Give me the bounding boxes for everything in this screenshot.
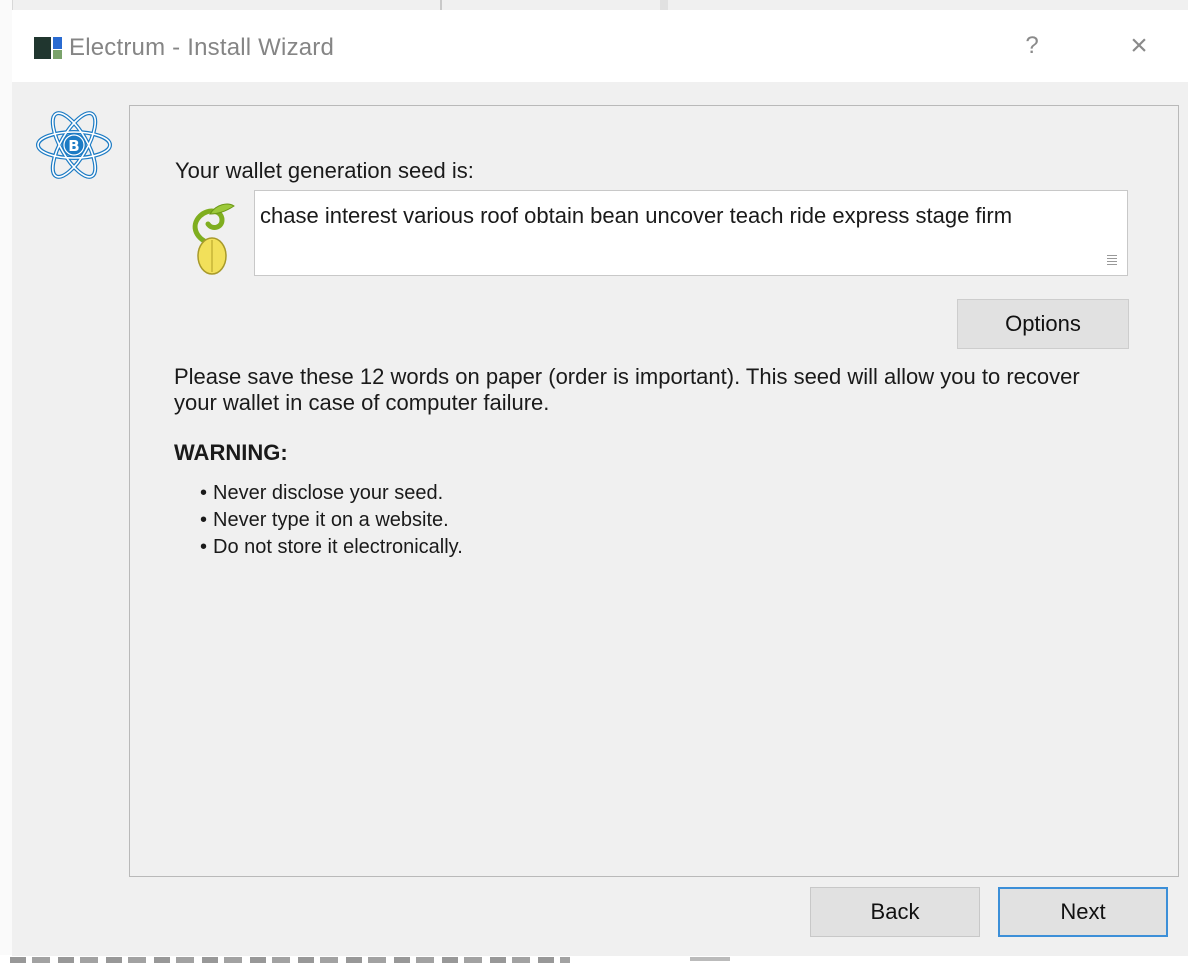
background-text-fragment [10,957,570,963]
electrum-app-icon [34,37,62,59]
warning-item: Never disclose your seed. [200,480,463,507]
save-instructions: Please save these 12 words on paper (ord… [174,364,1080,415]
resize-grip-icon[interactable] [1107,255,1117,265]
help-button[interactable]: ? [1002,22,1062,70]
warning-item: Never type it on a website. [200,507,463,534]
warning-heading: WARNING: [174,440,288,465]
options-button[interactable]: Options [957,299,1129,349]
svg-text:B: B [68,137,79,155]
back-button[interactable]: Back [810,887,980,937]
seed-words: chase interest various roof obtain bean … [260,203,1013,228]
seed-words-textbox[interactable]: chase interest various roof obtain bean … [254,190,1128,276]
background-document-strip [0,955,1188,965]
wizard-content-panel: Your wallet generation seed is: chase in… [129,105,1179,877]
warning-item: Do not store it electronically. [200,534,463,561]
next-button[interactable]: Next [998,887,1168,937]
title-bar[interactable]: Electrum - Install Wizard ? × [12,10,1188,82]
background-text-fragment [690,957,730,961]
install-wizard-window: Electrum - Install Wizard ? × B Your wal… [12,10,1188,956]
close-button[interactable]: × [1104,22,1174,70]
seed-label: Your wallet generation seed is: [175,158,474,183]
warning-list: Never disclose your seed. Never type it … [200,480,463,561]
seed-sprout-icon [192,203,235,275]
window-title: Electrum - Install Wizard [69,34,335,61]
electrum-logo-icon: B [36,111,112,179]
